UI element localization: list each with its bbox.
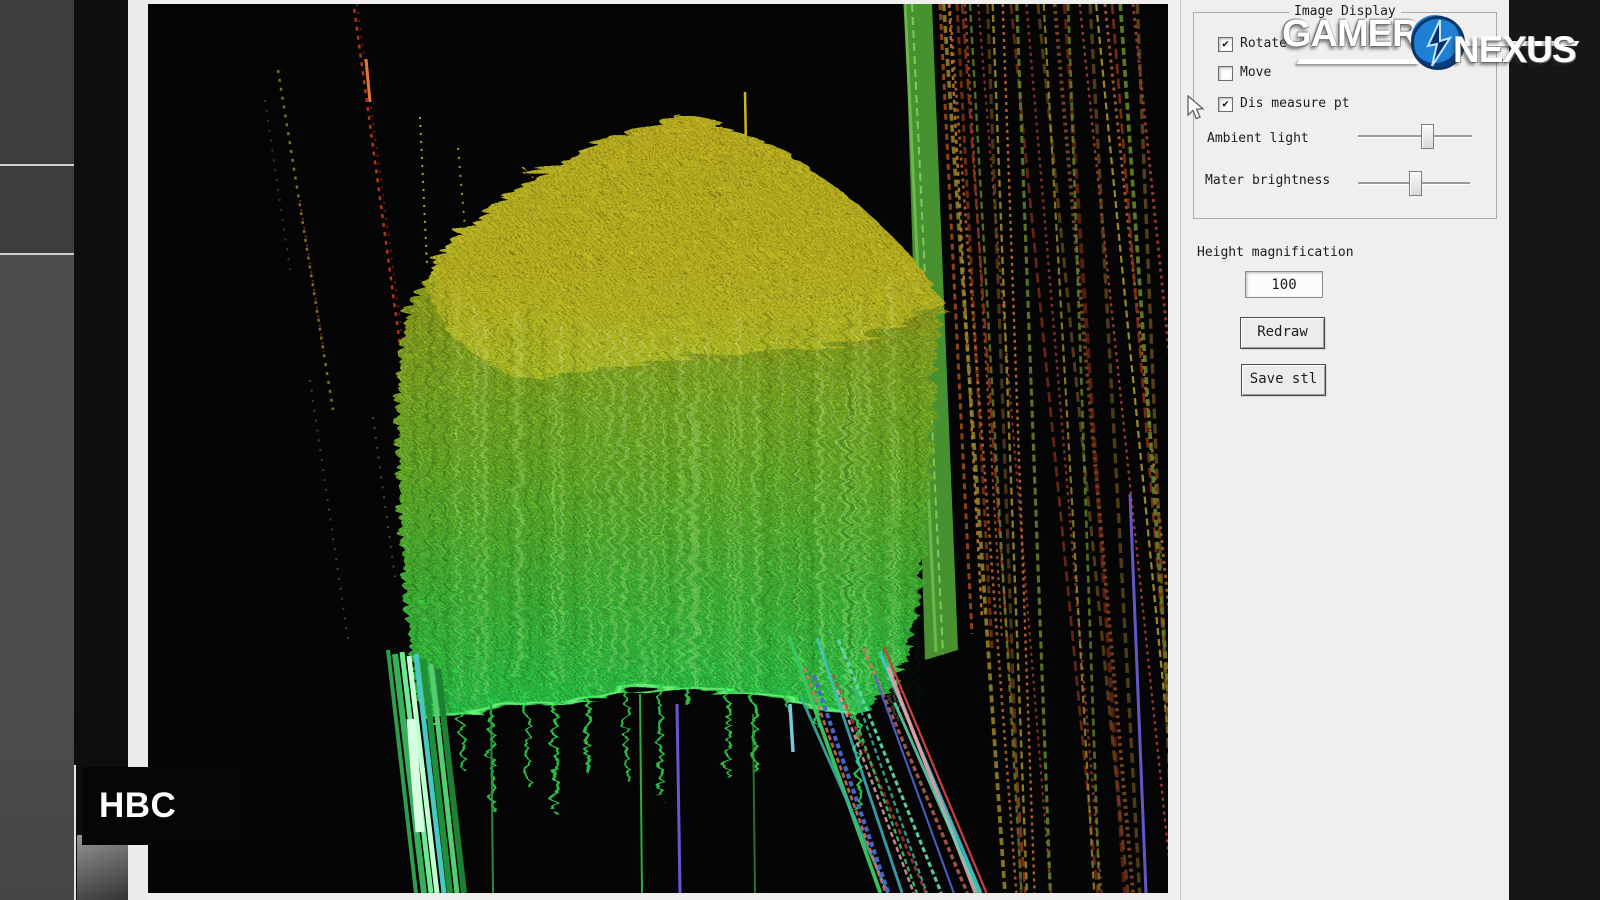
checkbox-rotate-label: Rotate <box>1240 36 1287 51</box>
ambient-light-label: Ambient light <box>1207 131 1309 146</box>
background-left-column <box>0 0 74 900</box>
mater-brightness-slider-thumb[interactable] <box>1409 171 1422 196</box>
height-magnification-label: Height magnification <box>1197 245 1354 260</box>
ambient-light-slider[interactable] <box>1358 135 1472 138</box>
checkbox-move[interactable] <box>1218 66 1233 81</box>
save-stl-button[interactable]: Save stl <box>1241 364 1326 396</box>
checkbox-dis-measure-pt-label: Dis measure pt <box>1240 96 1350 111</box>
checkbox-move-label: Move <box>1240 65 1271 80</box>
surface-3d-viewport[interactable] <box>148 4 1168 893</box>
height-magnification-input[interactable] <box>1245 271 1323 298</box>
checkbox-rotate[interactable]: ✔ <box>1218 37 1233 52</box>
mater-brightness-label: Mater brightness <box>1205 173 1330 188</box>
background-right-column <box>1509 0 1600 900</box>
surface-3d-render <box>148 4 1168 893</box>
redraw-button[interactable]: Redraw <box>1240 317 1325 349</box>
background-edge-line <box>74 765 76 900</box>
ambient-light-slider-thumb[interactable] <box>1421 124 1434 149</box>
background-segment <box>0 255 74 900</box>
panel-separator <box>1180 0 1181 900</box>
groupbox-title: Image Display <box>1289 4 1401 19</box>
screen: Image Display ✔ Rotate Move ✔ Dis measur… <box>0 0 1600 900</box>
checkbox-dis-measure-pt[interactable]: ✔ <box>1218 97 1233 112</box>
background-light-strip <box>128 0 148 900</box>
background-black-column <box>74 0 128 900</box>
divider <box>0 164 74 166</box>
hbc-watermark: HBC <box>82 767 240 845</box>
